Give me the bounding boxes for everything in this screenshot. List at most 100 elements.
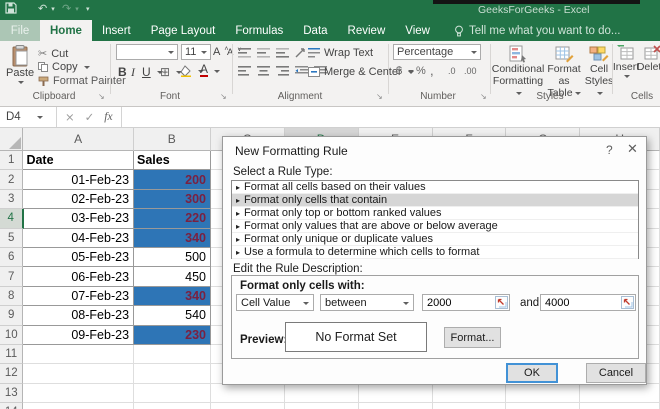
cell-H14[interactable] (580, 403, 660, 409)
cell-A10[interactable]: 09-Feb-23 (23, 325, 135, 345)
percent-style-button[interactable]: % (416, 65, 426, 77)
cell-A2[interactable]: 01-Feb-23 (23, 170, 135, 190)
cell-A8[interactable]: 07-Feb-23 (23, 286, 135, 307)
name-box-dropdown-arrow[interactable] (36, 116, 43, 122)
cell-A11[interactable] (23, 344, 134, 365)
cell-B4[interactable]: 220 (134, 209, 212, 229)
wrap-text-button[interactable]: Wrap Text (308, 47, 373, 59)
cell-A3[interactable]: 02-Feb-23 (23, 189, 135, 210)
range-selector-icon[interactable] (495, 296, 508, 309)
column-header-A[interactable]: A (23, 128, 134, 151)
decrease-indent-icon[interactable] (295, 66, 308, 76)
rule-type-option[interactable]: ▸ Format all cells based on their values (232, 181, 638, 194)
rule-type-option[interactable]: ▸ Format only values that are above or be… (232, 220, 638, 233)
name-box[interactable]: D4 (0, 107, 57, 127)
cell-A6[interactable]: 05-Feb-23 (23, 247, 135, 268)
rule-type-option[interactable]: ▸ Use a formula to determine which cells … (232, 246, 638, 259)
row-header-3[interactable]: 3 (0, 189, 24, 210)
cell-F13[interactable] (432, 383, 507, 404)
cell-A5[interactable]: 04-Feb-23 (23, 228, 135, 248)
tab-formulas[interactable]: Formulas (225, 20, 293, 41)
cell-A9[interactable]: 08-Feb-23 (23, 306, 135, 326)
cell-G14[interactable] (506, 403, 581, 409)
align-center-icon[interactable] (257, 66, 270, 76)
align-left-icon[interactable] (238, 66, 251, 76)
cell-B5[interactable]: 340 (134, 228, 212, 248)
tab-review[interactable]: Review (338, 20, 396, 41)
cell-B1[interactable]: Sales (134, 151, 211, 171)
row-header-5[interactable]: 5 (0, 228, 24, 248)
select-all-corner[interactable] (0, 128, 24, 151)
row-header-8[interactable]: 8 (0, 286, 24, 307)
number-format-combo[interactable]: Percentage (393, 44, 481, 60)
cell-E14[interactable] (359, 403, 433, 409)
confirm-entry-icon[interactable]: ✓ (85, 110, 95, 124)
cell-B8[interactable]: 340 (134, 286, 212, 307)
accounting-format-button[interactable]: $ (396, 65, 415, 77)
row-header-11[interactable]: 11 (0, 344, 24, 365)
formula-input[interactable] (122, 107, 660, 127)
rule-type-option[interactable]: ▸ Format only cells that contain (232, 194, 638, 207)
row-header-1[interactable]: 1 (0, 151, 24, 171)
font-name-combo[interactable] (116, 44, 178, 60)
clipboard-dialog-launcher[interactable]: ↘ (98, 92, 105, 101)
orientation-icon[interactable] (295, 47, 307, 58)
row-header-6[interactable]: 6 (0, 247, 24, 268)
bold-button[interactable]: B (118, 65, 127, 79)
ok-button[interactable]: OK (506, 363, 558, 383)
font-dialog-launcher[interactable]: ↘ (220, 92, 227, 101)
comma-style-button[interactable]: , (430, 63, 434, 78)
cell-E13[interactable] (358, 383, 433, 404)
cell-B10[interactable]: 230 (134, 325, 212, 345)
cell-B3[interactable]: 300 (134, 189, 212, 210)
format-painter-button[interactable]: Format Painter (38, 75, 126, 87)
row-header-9[interactable]: 9 (0, 306, 24, 326)
borders-button[interactable]: ⊞ (160, 65, 183, 79)
value1-input[interactable] (423, 296, 495, 309)
redo-button[interactable]: ↷ ▾ (62, 2, 79, 16)
cell-B2[interactable]: 200 (134, 170, 212, 190)
tab-home[interactable]: Home (40, 20, 92, 41)
tab-file[interactable]: File (0, 20, 40, 41)
row-header-14[interactable]: 14 (0, 403, 24, 409)
range-selector-icon[interactable] (621, 296, 634, 309)
value2-input[interactable] (541, 296, 621, 309)
cell-B12[interactable] (133, 364, 211, 384)
cell-G13[interactable] (506, 383, 581, 404)
cell-A4[interactable]: 03-Feb-23 (23, 209, 135, 229)
cell-A7[interactable]: 06-Feb-23 (23, 267, 135, 287)
cancel-button[interactable]: Cancel (586, 363, 646, 383)
insert-cells-button[interactable]: Insert (613, 45, 639, 79)
cell-C13[interactable] (210, 383, 285, 404)
tell-me-box[interactable]: Tell me what you want to do... (454, 20, 620, 41)
cell-H13[interactable] (580, 383, 660, 404)
tab-insert[interactable]: Insert (92, 20, 141, 41)
align-middle-icon[interactable] (257, 47, 270, 58)
copy-button[interactable]: Copy (38, 61, 90, 73)
row-header-7[interactable]: 7 (0, 267, 24, 287)
cell-A13[interactable] (23, 383, 134, 404)
operator-dropdown[interactable]: between (320, 294, 414, 311)
row-header-12[interactable]: 12 (0, 364, 24, 384)
row-header-2[interactable]: 2 (0, 170, 24, 190)
cell-B11[interactable] (133, 344, 211, 365)
tab-page-layout[interactable]: Page Layout (141, 20, 226, 41)
tab-data[interactable]: Data (293, 20, 337, 41)
save-icon[interactable] (5, 2, 17, 14)
copy-dropdown-arrow[interactable] (83, 66, 90, 72)
cancel-entry-icon[interactable]: × (65, 110, 75, 124)
cell-D14[interactable] (285, 403, 359, 409)
cell-A14[interactable] (23, 403, 134, 409)
tab-view[interactable]: View (395, 20, 440, 41)
cell-B13[interactable] (133, 383, 211, 404)
cell-value-dropdown[interactable]: Cell Value (236, 294, 314, 311)
insert-function-icon[interactable]: fx (104, 111, 112, 123)
font-color-button[interactable]: A (200, 63, 221, 77)
cell-B14[interactable] (134, 403, 211, 409)
cell-A12[interactable] (23, 364, 134, 384)
cell-B6[interactable]: 500 (134, 247, 212, 268)
alignment-dialog-launcher[interactable]: ↘ (376, 92, 383, 101)
align-bottom-icon[interactable] (276, 47, 289, 58)
row-header-13[interactable]: 13 (0, 383, 24, 404)
close-icon[interactable]: ✕ (627, 142, 638, 157)
